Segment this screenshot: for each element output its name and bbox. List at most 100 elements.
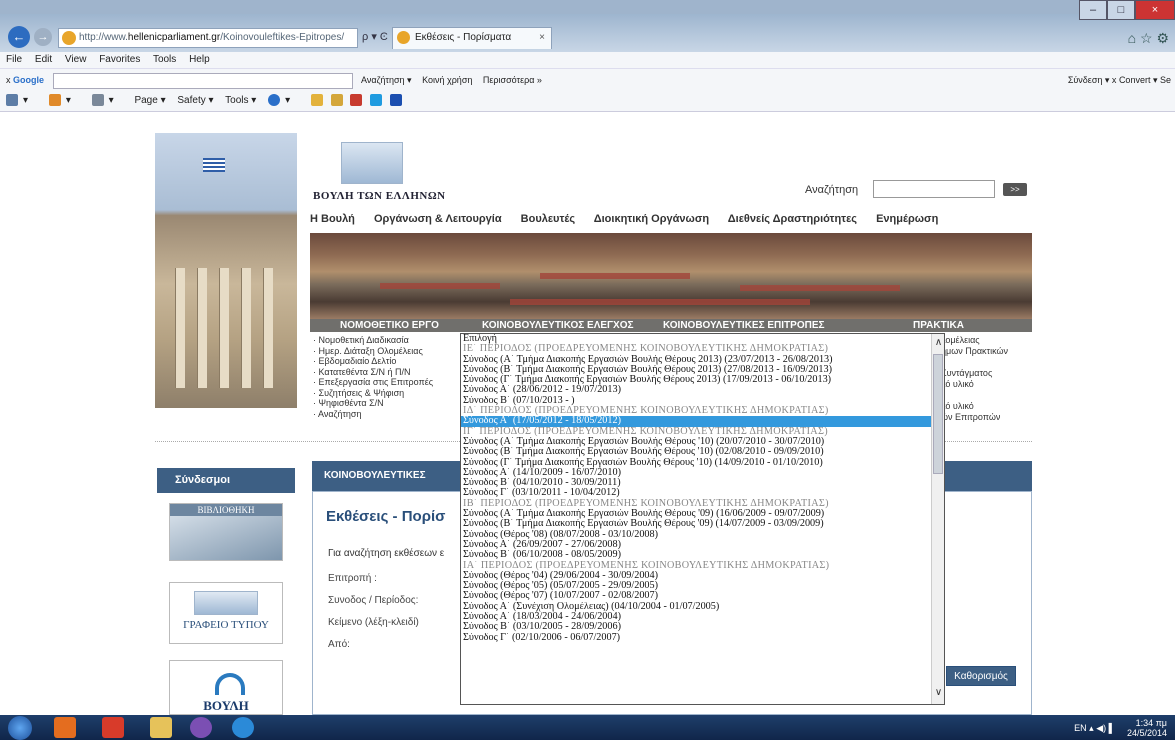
address-tools[interactable]: ρ ▾ Ͼ <box>362 30 388 43</box>
vouli-tv-link[interactable]: ΒΟΥΛΗ <box>169 660 283 715</box>
minutes-item[interactable] <box>941 357 1008 368</box>
viber-icon[interactable] <box>190 717 212 738</box>
nav-news[interactable]: Ενημέρωση <box>876 213 938 225</box>
google-toolbar-close[interactable]: x <box>6 75 11 85</box>
nav-administration[interactable]: Διοικητική Οργάνωση <box>594 213 709 225</box>
feeds-button[interactable]: ▾ <box>48 94 80 107</box>
menu-view[interactable]: View <box>65 54 87 65</box>
legislative-item[interactable]: Ψηφισθέντα Σ/Ν <box>313 398 433 409</box>
dropdown-option[interactable]: Σύνοδος (Θέρος '04) (29/06/2004 - 30/09/… <box>461 571 944 581</box>
dropdown-option[interactable]: Σύνοδος (Θέρος '07) (10/07/2007 - 02/08/… <box>461 591 944 601</box>
session-dropdown-list[interactable]: Επιλογή ΙΕ΄ ΠΕΡΙΟΔΟΣ (ΠΡΟΕΔΡΕΥΟΜΕΝΗΣ ΚΟΙΝ… <box>460 333 945 705</box>
dropdown-option[interactable]: Σύνοδος (Β΄ Τμήμα Διακοπής Εργασιών Βουλ… <box>461 519 944 529</box>
site-logo-text[interactable]: ΒΟΥΛΗ ΤΩΝ ΕΛΛΗΝΩΝ <box>313 190 446 202</box>
google-close-icon[interactable]: x <box>1112 75 1117 85</box>
skype-icon[interactable] <box>370 94 383 107</box>
dropdown-option[interactable]: Σύνοδος Α΄ (14/10/2009 - 16/07/2010) <box>461 468 944 478</box>
back-button[interactable]: ← <box>8 26 30 48</box>
internet-explorer-icon[interactable] <box>232 717 254 738</box>
section-committees[interactable]: ΚΟΙΝΟΒΟΥΛΕΥΤΙΚΕΣ ΕΠΙΤΡΟΠΕΣ <box>663 319 825 332</box>
dropdown-option[interactable]: Σύνοδος (Γ΄ Τμήμα Διακοπής Εργασιών Βουλ… <box>461 375 944 385</box>
legislative-item[interactable]: Νομοθετική Διαδικασία <box>313 335 433 346</box>
section-minutes[interactable]: ΠΡΑΚΤΙΚΑ <box>913 319 964 332</box>
minutes-item[interactable]: ημων Πρακτικών <box>941 346 1008 357</box>
legislative-item[interactable]: Συζητήσεις & Ψήφιση <box>313 388 433 399</box>
tab-active[interactable]: Εκθέσεις - Πορίσματα × <box>392 27 552 49</box>
site-search-button[interactable]: >> <box>1003 183 1027 196</box>
legislative-item[interactable]: Αναζήτηση <box>313 409 433 420</box>
google-signin-button[interactable]: Σύνδεση ▾ <box>1068 75 1110 85</box>
addon-icon[interactable] <box>350 94 363 107</box>
scroll-down-icon[interactable]: ∨ <box>932 686 944 700</box>
onenote-icon[interactable] <box>390 94 403 107</box>
dropdown-option[interactable]: Σύνοδος (Α΄ Τμήμα Διακοπής Εργασιών Βουλ… <box>461 355 944 365</box>
menu-edit[interactable]: Edit <box>35 54 52 65</box>
home-favorites-settings-icons[interactable]: ⌂ ☆ ⚙ <box>1128 30 1169 47</box>
dropdown-option[interactable]: Σύνοδος Β΄ (04/10/2010 - 30/09/2011) <box>461 478 944 488</box>
minimize-button[interactable]: – <box>1079 0 1107 20</box>
forward-button[interactable]: → <box>34 28 52 46</box>
legislative-item[interactable]: Κατατεθέντα Σ/Ν ή Π/Ν <box>313 367 433 378</box>
legislative-item[interactable]: Εβδομαδιαίο Δελτίο <box>313 356 433 367</box>
safety-menu[interactable]: Safety ▾ <box>177 95 213 106</box>
explorer-folder-icon[interactable] <box>150 717 172 738</box>
nav-mps[interactable]: Βουλευτές <box>521 213 575 225</box>
press-office-link[interactable]: ΓΡΑΦΕΙΟ ΤΥΠΟΥ <box>169 582 283 644</box>
dropdown-scrollbar[interactable]: ∧ ∨ <box>931 334 944 704</box>
google-search-input[interactable] <box>52 72 353 89</box>
section-legislative[interactable]: ΝΟΜΟΘΕΤΙΚΟ ΕΡΓΟ <box>340 319 439 332</box>
tray-icons[interactable]: EN ▴ ◀) ▌ <box>1074 723 1115 734</box>
scroll-up-icon[interactable]: ∧ <box>932 336 944 350</box>
maximize-button[interactable]: □ <box>1107 0 1135 20</box>
dropdown-option[interactable]: Σύνοδος (Β΄ Τμήμα Διακοπής Εργασιών Βουλ… <box>461 447 944 457</box>
minutes-item[interactable]: λομέλειας <box>941 335 1008 346</box>
dropdown-option[interactable]: Σύνοδος Γ΄ (02/10/2006 - 06/07/2007) <box>461 633 944 643</box>
dropdown-option[interactable]: Σύνοδος (Β΄ Τμήμα Διακοπής Εργασιών Βουλ… <box>461 365 944 375</box>
convert-button[interactable]: Convert ▾ <box>1119 75 1158 85</box>
close-window-button[interactable]: × <box>1135 0 1175 20</box>
google-more-button[interactable]: Περισσότερα » <box>483 69 542 91</box>
minutes-item[interactable]: κό υλικό <box>941 401 1008 412</box>
minutes-item[interactable] <box>941 390 1008 401</box>
scroll-thumb[interactable] <box>933 354 943 474</box>
nav-organization[interactable]: Οργάνωση & Λειτουργία <box>374 213 502 225</box>
site-search-input[interactable] <box>873 180 995 198</box>
dropdown-option[interactable]: Σύνοδος Β΄ (06/10/2008 - 08/05/2009) <box>461 550 944 560</box>
select-button[interactable]: Se <box>1160 75 1171 85</box>
dropdown-option[interactable]: Σύνοδος Β΄ (03/10/2005 - 28/09/2006) <box>461 622 944 632</box>
chrome-icon[interactable] <box>102 717 124 738</box>
minutes-item[interactable]: κό υλικό <box>941 379 1008 390</box>
home-button[interactable]: ▾ <box>6 94 37 107</box>
section-control[interactable]: ΚΟΙΝΟΒΟΥΛΕΥΤΙΚΟΣ ΕΛΕΓΧΟΣ <box>482 319 634 332</box>
menu-favorites[interactable]: Favorites <box>99 54 140 65</box>
print-button[interactable]: ▾ <box>91 94 123 107</box>
page-menu[interactable]: Page ▾ <box>134 95 165 106</box>
pencil-icon[interactable] <box>330 94 343 107</box>
google-share-button[interactable]: Κοινή χρήση <box>422 69 472 91</box>
legislative-item[interactable]: Επεξεργασία στις Επιτροπές <box>313 377 434 388</box>
google-search-button[interactable]: Αναζήτηση ▾ <box>361 69 412 91</box>
legislative-item[interactable]: Ημερ. Διάταξη Ολομέλειας <box>313 346 433 357</box>
dropdown-option[interactable]: Σύνοδος Γ΄ (03/10/2011 - 10/04/2012) <box>461 488 944 498</box>
menu-help[interactable]: Help <box>189 54 210 65</box>
dropdown-option[interactable]: Σύνοδος Α΄ (Συνέχιση Ολομέλειας) (04/10/… <box>461 602 944 612</box>
define-button[interactable]: Καθορισμός <box>946 666 1016 686</box>
dropdown-option[interactable]: Σύνοδος Α΄ (18/03/2004 - 24/06/2004) <box>461 612 944 622</box>
address-bar[interactable]: http://www.hellenicparliament.gr/Koinovo… <box>58 28 358 48</box>
menu-file[interactable]: File <box>6 54 22 65</box>
dropdown-option[interactable]: Σύνοδος Α΄ (26/09/2007 - 27/06/2008) <box>461 540 944 550</box>
nav-vouli[interactable]: Η Βουλή <box>310 213 355 225</box>
minutes-item[interactable]: ών Επιτροπών <box>941 412 1008 423</box>
library-link[interactable]: ΒΙΒΛΙΟΘΗΚΗ <box>169 503 283 561</box>
dropdown-option[interactable]: Σύνοδος (Α΄ Τμήμα Διακοπής Εργασιών Βουλ… <box>461 509 944 519</box>
media-player-icon[interactable] <box>54 717 76 738</box>
nav-international[interactable]: Διεθνείς Δραστηριότητες <box>728 213 857 225</box>
dropdown-option[interactable]: Σύνοδος (Θέρος '05) (05/07/2005 - 29/09/… <box>461 581 944 591</box>
parliament-logo-icon[interactable] <box>341 142 403 184</box>
dropdown-option[interactable]: Σύνοδος Β΄ (07/10/2013 - ) <box>461 396 944 406</box>
dropdown-option[interactable]: Σύνοδος Α΄ (17/05/2012 - 18/05/2012) <box>461 416 944 427</box>
system-clock[interactable]: 1:34 πμ 24/5/2014 <box>1127 718 1167 738</box>
extension-icon[interactable] <box>310 94 323 107</box>
menu-tools[interactable]: Tools <box>153 54 176 65</box>
language-indicator[interactable]: EN <box>1074 723 1087 733</box>
